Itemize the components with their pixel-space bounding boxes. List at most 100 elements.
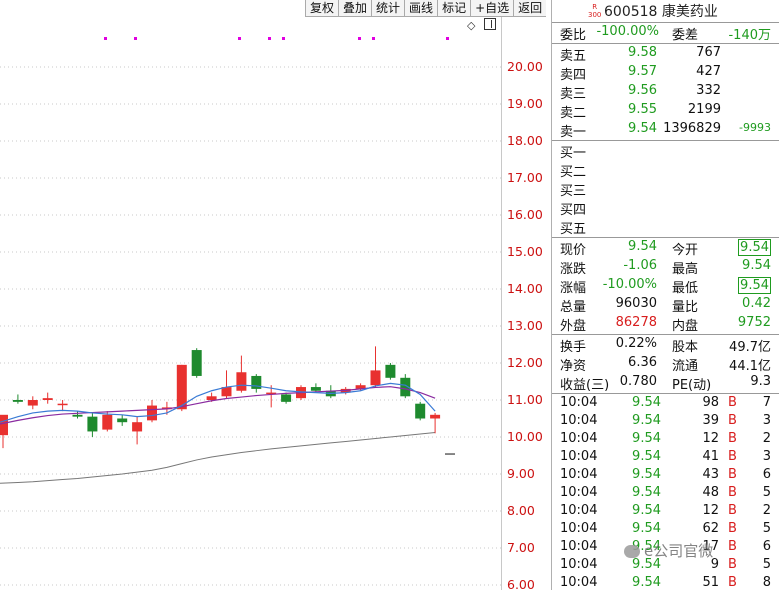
bid-level-row[interactable]: 买四 <box>552 199 779 218</box>
ask-level-row[interactable]: 卖二 9.55 2199 <box>552 102 779 121</box>
tick-row[interactable]: 10:04 9.54 41 B 3 <box>552 449 779 467</box>
tick-row[interactable]: 10:04 9.54 12 B 2 <box>552 431 779 449</box>
tick-time: 10:04 <box>560 467 598 482</box>
tick-price: 9.54 <box>632 431 661 446</box>
bid-level-row[interactable]: 买一 <box>552 142 779 161</box>
total-volume: 96030 <box>615 296 657 311</box>
tick-row[interactable]: 10:04 9.54 98 B 7 <box>552 395 779 413</box>
weicha-value: -140万 <box>728 28 771 43</box>
tick-time: 10:04 <box>560 539 598 554</box>
tick-volume: 62 <box>702 521 719 536</box>
candle-body <box>370 370 381 386</box>
diamond-icon[interactable]: ◇ <box>467 19 475 32</box>
weibi-value: -100.00% <box>596 24 659 39</box>
tick-row[interactable]: 10:04 9.54 48 B 5 <box>552 485 779 503</box>
tick-side: B <box>728 539 737 554</box>
tick-side: B <box>728 449 737 464</box>
bid-level-label: 买五 <box>560 222 587 237</box>
event-marker[interactable] <box>282 37 285 40</box>
draw-line-button[interactable]: 画线 <box>404 0 438 17</box>
tick-count: 3 <box>762 413 771 428</box>
price-axis-label: 17.00 <box>507 170 543 185</box>
ask-level-row[interactable]: 卖四 9.57 427 <box>552 64 779 83</box>
inner-volume: 9752 <box>737 315 771 330</box>
back-button[interactable]: 返回 <box>513 0 547 17</box>
event-marker[interactable] <box>238 37 241 40</box>
tick-price: 9.54 <box>632 485 661 500</box>
tick-count: 6 <box>762 467 771 482</box>
price-axis-label: 14.00 <box>507 281 543 296</box>
candle-body <box>27 400 38 406</box>
watermark: e公司官微 <box>624 540 713 561</box>
tick-row[interactable]: 10:04 9.54 51 B 8 <box>552 575 779 593</box>
candle-body <box>87 416 98 432</box>
bid-level-label: 买三 <box>560 184 587 199</box>
tick-volume: 12 <box>702 431 719 446</box>
tick-time: 10:04 <box>560 557 598 572</box>
ask-level-label: 卖三 <box>560 87 587 102</box>
fund-row-turnover: 换手 0.22% 股本 49.7亿 <box>560 336 771 355</box>
add-watchlist-button[interactable]: +自选 <box>470 0 514 17</box>
tick-row[interactable]: 10:04 9.54 62 B 5 <box>552 521 779 539</box>
tick-row[interactable]: 10:04 9.54 43 B 6 <box>552 467 779 485</box>
price-axis-label: 9.00 <box>507 466 535 481</box>
candle-body <box>147 405 157 421</box>
candle-body <box>42 398 53 400</box>
event-marker[interactable] <box>104 37 107 40</box>
kline-chart[interactable] <box>0 0 501 590</box>
ask-level-row[interactable]: 卖三 9.56 332 <box>552 83 779 102</box>
ma-long-line <box>0 432 436 484</box>
tick-price: 9.54 <box>632 521 661 536</box>
price-axis-line <box>501 0 502 590</box>
tick-count: 2 <box>762 431 771 446</box>
candle-body <box>176 364 187 410</box>
price-axis-label: 12.00 <box>507 355 543 370</box>
event-marker[interactable] <box>268 37 271 40</box>
low-price: 9.54 <box>738 277 771 294</box>
candle-body <box>132 422 143 432</box>
fuquan-button[interactable]: 复权 <box>305 0 339 17</box>
bid-level-row[interactable]: 买三 <box>552 180 779 199</box>
mark-button[interactable]: 标记 <box>437 0 471 17</box>
tick-side: B <box>728 395 737 410</box>
turnover-rate: 0.22% <box>615 336 657 351</box>
ask-price: 9.55 <box>628 102 657 117</box>
tick-volume: 41 <box>702 449 719 464</box>
tick-volume: 51 <box>702 575 719 590</box>
ask-level-row[interactable]: 卖五 9.58 767 <box>552 45 779 64</box>
tick-side: B <box>728 557 737 572</box>
price-axis-label: 13.00 <box>507 318 543 333</box>
tick-side: B <box>728 485 737 500</box>
tick-time: 10:04 <box>560 413 598 428</box>
ask-price: 9.58 <box>628 45 657 60</box>
event-marker[interactable] <box>372 37 375 40</box>
tick-row[interactable]: 10:04 9.54 39 B 3 <box>552 413 779 431</box>
ask-price: 9.56 <box>628 83 657 98</box>
tick-volume: 98 <box>702 395 719 410</box>
tick-count: 2 <box>762 503 771 518</box>
candle-body <box>430 414 441 419</box>
panel-collapse-icon[interactable] <box>484 18 496 30</box>
bid-level-label: 买一 <box>560 146 587 161</box>
candle-body <box>385 364 396 378</box>
statistics-button[interactable]: 统计 <box>371 0 405 17</box>
bid-level-row[interactable]: 买五 <box>552 218 779 237</box>
tick-row[interactable]: 10:04 9.54 12 B 2 <box>552 503 779 521</box>
ask-level-row[interactable]: 卖一 9.54 1396829 -9993 <box>552 121 779 140</box>
tick-time: 10:04 <box>560 449 598 464</box>
kline-chart-panel[interactable]: 20.00 19.00 18.00 17.00 16.00 15.00 14.00 13.00… <box>0 0 551 592</box>
ask-level-label: 卖四 <box>560 68 587 83</box>
overlay-button[interactable]: 叠加 <box>338 0 372 17</box>
bid-level-row[interactable]: 买二 <box>552 161 779 180</box>
event-marker[interactable] <box>446 37 449 40</box>
tick-price: 9.54 <box>632 395 661 410</box>
price-axis-label: 7.00 <box>507 540 535 555</box>
stock-name: 康美药业 <box>661 4 718 20</box>
tick-count: 5 <box>762 521 771 536</box>
candle-body <box>206 396 217 400</box>
net-assets: 6.36 <box>628 355 657 370</box>
ask-price: 9.54 <box>628 121 657 136</box>
tick-time: 10:04 <box>560 575 598 590</box>
event-marker[interactable] <box>134 37 137 40</box>
event-marker[interactable] <box>358 37 361 40</box>
